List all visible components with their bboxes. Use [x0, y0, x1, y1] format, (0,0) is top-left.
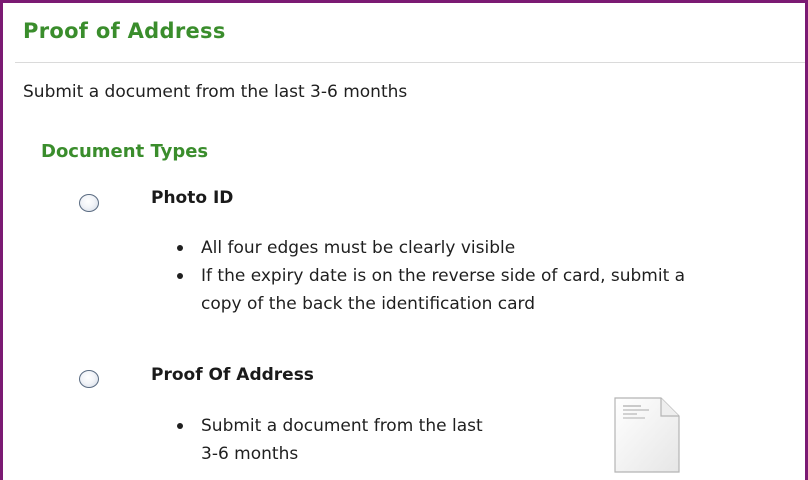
- document-icon: [614, 397, 680, 473]
- list-item: All four edges must be clearly visible: [173, 234, 685, 262]
- radio-photo-id[interactable]: [79, 194, 99, 212]
- list-item-continuation: copy of the back the identification card: [201, 294, 536, 314]
- list-item-continuation: 3-6 months: [201, 444, 299, 464]
- header-divider: [15, 62, 805, 63]
- page-title: Proof of Address: [23, 19, 226, 43]
- bullet-icon: [177, 273, 183, 279]
- photo-id-requirements-list: All four edges must be clearly visible I…: [173, 234, 685, 290]
- list-item: If the expiry date is on the reverse sid…: [173, 262, 685, 290]
- radio-proof-of-address[interactable]: [79, 370, 99, 388]
- document-types-heading: Document Types: [41, 141, 209, 162]
- subtitle-text: Submit a document from the last 3-6 mont…: [23, 82, 408, 102]
- option-label-proof-of-address: Proof Of Address: [151, 365, 314, 385]
- bullet-icon: [177, 423, 183, 429]
- proof-of-address-requirements-list: Submit a document from the last: [173, 412, 483, 440]
- bullet-icon: [177, 245, 183, 251]
- list-item: Submit a document from the last: [173, 412, 483, 440]
- proof-of-address-panel: Proof of Address Submit a document from …: [0, 0, 808, 480]
- option-label-photo-id: Photo ID: [151, 188, 234, 208]
